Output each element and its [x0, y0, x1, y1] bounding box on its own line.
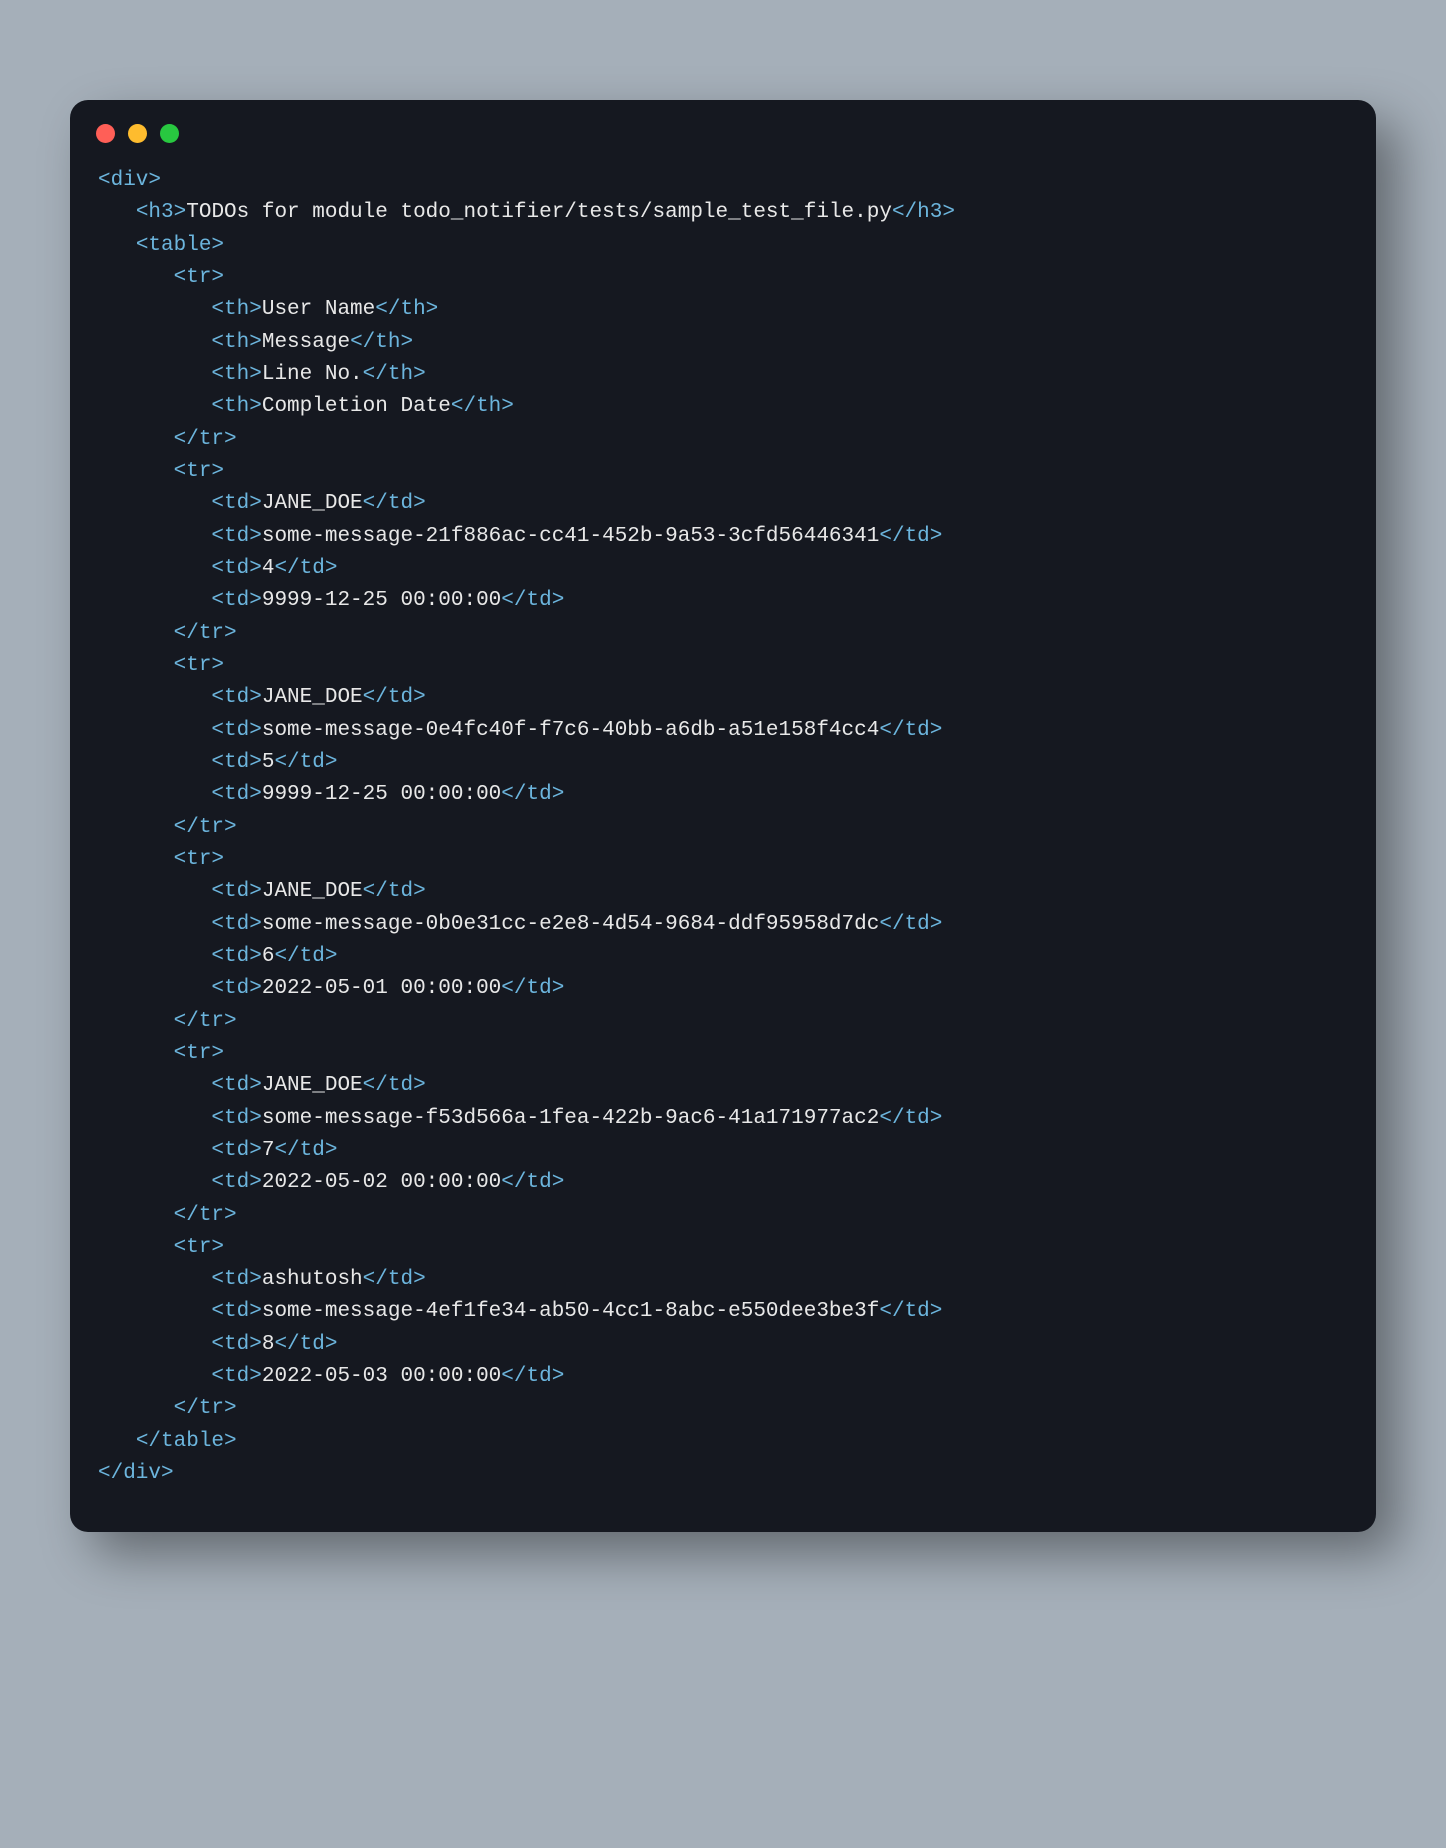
close-icon[interactable] — [96, 124, 115, 143]
titlebar — [70, 100, 1376, 151]
minimize-icon[interactable] — [128, 124, 147, 143]
terminal-window: <div> <h3>TODOs for module todo_notifier… — [70, 100, 1376, 1532]
maximize-icon[interactable] — [160, 124, 179, 143]
code-block: <div> <h3>TODOs for module todo_notifier… — [70, 151, 1376, 1532]
